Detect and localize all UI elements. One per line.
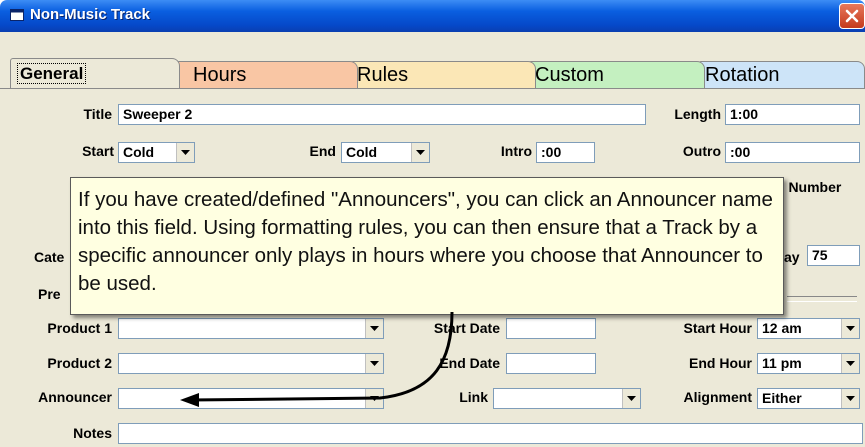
start-hour-value: 12 am bbox=[762, 320, 802, 336]
tab-custom[interactable]: Custom bbox=[528, 61, 705, 88]
start-date-label: Start Date bbox=[433, 320, 500, 336]
alignment-label: Alignment bbox=[683, 389, 752, 405]
product2-label: Product 2 bbox=[47, 355, 112, 371]
close-icon bbox=[845, 9, 859, 23]
dropdown-button[interactable] bbox=[841, 389, 859, 408]
link-combo[interactable] bbox=[493, 388, 641, 409]
announcer-tooltip: If you have created/defined "Announcers"… bbox=[70, 177, 784, 315]
product2-combo[interactable] bbox=[118, 353, 384, 374]
title-label: Title bbox=[83, 106, 112, 122]
announcer-label: Announcer bbox=[38, 389, 112, 405]
close-button[interactable] bbox=[839, 3, 865, 29]
slider-track[interactable] bbox=[787, 296, 857, 302]
notes-field[interactable] bbox=[118, 423, 863, 444]
product1-combo[interactable] bbox=[118, 318, 384, 339]
end-date-field[interactable] bbox=[506, 353, 596, 374]
dropdown-button[interactable] bbox=[176, 143, 194, 162]
alignment-combo[interactable]: Either bbox=[757, 388, 860, 409]
end-date-label: End Date bbox=[439, 355, 500, 371]
chevron-down-icon bbox=[416, 150, 425, 155]
tooltip-text: If you have created/defined "Announcers"… bbox=[78, 188, 773, 295]
dropdown-button[interactable] bbox=[365, 319, 383, 338]
end-hour-label: End Hour bbox=[689, 355, 752, 371]
product1-label: Product 1 bbox=[47, 320, 112, 336]
intro-label: Intro bbox=[500, 143, 532, 159]
chevron-down-icon bbox=[846, 396, 855, 401]
title-field[interactable]: Sweeper 2 bbox=[118, 104, 646, 125]
window-title: Non-Music Track bbox=[30, 6, 151, 23]
tab-hours[interactable]: Hours bbox=[176, 61, 358, 88]
chevron-down-icon bbox=[846, 326, 855, 331]
dropdown-button[interactable] bbox=[411, 143, 429, 162]
start-hour-label: Start Hour bbox=[683, 320, 752, 336]
outro-field[interactable]: :00 bbox=[725, 142, 860, 163]
end-label: End bbox=[309, 143, 336, 159]
dropdown-button[interactable] bbox=[365, 389, 383, 408]
window-icon bbox=[10, 9, 24, 21]
chevron-down-icon bbox=[846, 361, 855, 366]
start-hour-combo[interactable]: 12 am bbox=[757, 318, 860, 339]
chevron-down-icon bbox=[370, 396, 379, 401]
tab-divider bbox=[0, 88, 865, 89]
tab-rotation[interactable]: Rotation bbox=[698, 61, 865, 88]
chevron-down-icon bbox=[370, 361, 379, 366]
link-label: Link bbox=[459, 389, 488, 405]
dropdown-button[interactable] bbox=[841, 319, 859, 338]
start-combo[interactable]: Cold bbox=[118, 142, 195, 163]
start-label: Start bbox=[82, 143, 114, 159]
end-value: Cold bbox=[346, 144, 378, 160]
start-value: Cold bbox=[123, 144, 155, 160]
day-label: ay bbox=[784, 249, 800, 265]
length-label: Length bbox=[674, 106, 721, 122]
outro-label: Outro bbox=[682, 143, 721, 159]
announcer-combo[interactable] bbox=[118, 388, 384, 409]
category-label: Cate bbox=[34, 249, 65, 265]
chevron-down-icon bbox=[627, 396, 636, 401]
length-field[interactable]: 1:00 bbox=[725, 104, 860, 125]
chevron-down-icon bbox=[181, 150, 190, 155]
alignment-value: Either bbox=[762, 390, 802, 406]
intro-field[interactable]: :00 bbox=[536, 142, 595, 163]
end-hour-value: 11 pm bbox=[762, 355, 802, 371]
number-label: o Number bbox=[776, 179, 842, 195]
day-field[interactable]: 75 bbox=[807, 245, 860, 266]
dropdown-button[interactable] bbox=[365, 354, 383, 373]
title-bar: Non-Music Track bbox=[0, 0, 865, 32]
notes-label: Notes bbox=[73, 425, 112, 441]
tab-general[interactable]: General bbox=[10, 58, 180, 89]
chevron-down-icon bbox=[370, 326, 379, 331]
dropdown-button[interactable] bbox=[841, 354, 859, 373]
dropdown-button[interactable] bbox=[622, 389, 640, 408]
tab-rules[interactable]: Rules bbox=[350, 61, 536, 88]
end-hour-combo[interactable]: 11 pm bbox=[757, 353, 860, 374]
start-date-field[interactable] bbox=[506, 318, 596, 339]
pre-label: Pre bbox=[38, 286, 61, 302]
end-combo[interactable]: Cold bbox=[341, 142, 430, 163]
